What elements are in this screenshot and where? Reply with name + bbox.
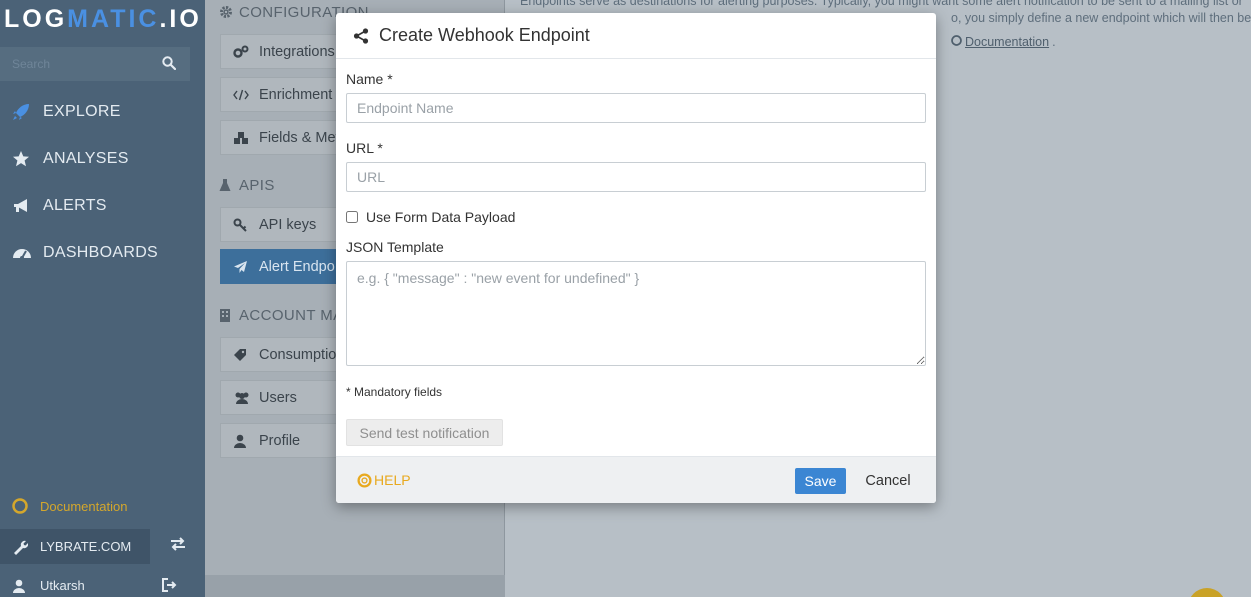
key-icon bbox=[221, 218, 259, 232]
nav-dashboards[interactable]: DASHBOARDS bbox=[0, 233, 205, 273]
documentation-link[interactable]: Documentation bbox=[0, 494, 205, 518]
building-icon bbox=[219, 308, 239, 323]
cogs-icon bbox=[221, 45, 259, 59]
lifebuoy-icon bbox=[951, 34, 962, 50]
nav-dashboards-label: DASHBOARDS bbox=[43, 244, 159, 261]
json-template-label: JSON Template bbox=[346, 239, 444, 255]
settings-users-label: Users bbox=[259, 389, 297, 406]
help-label: HELP bbox=[374, 472, 411, 488]
form-data-checkbox[interactable] bbox=[346, 211, 358, 223]
settings-fields-label: Fields & Met bbox=[259, 129, 340, 146]
url-input[interactable] bbox=[346, 162, 926, 192]
help-link[interactable]: HELP bbox=[357, 472, 411, 488]
users-icon bbox=[221, 391, 259, 405]
account-name: LYBRATE.COM bbox=[40, 539, 132, 554]
settings-api-keys-label: API keys bbox=[259, 216, 317, 233]
section-account-management-label: ACCOUNT MA bbox=[239, 306, 344, 324]
user-icon bbox=[221, 434, 259, 448]
lifebuoy-icon bbox=[357, 472, 372, 488]
modal-footer: HELP Save Cancel bbox=[336, 456, 936, 503]
search-input[interactable] bbox=[0, 47, 150, 81]
user-icon bbox=[0, 579, 40, 593]
settings-enrichment-label: Enrichment bbox=[259, 86, 333, 103]
lifebuoy-icon bbox=[0, 498, 40, 514]
settings-integrations-label: Integrations bbox=[259, 43, 335, 60]
settings-footer-strip bbox=[205, 575, 505, 597]
settings-consumption-label: Consumption bbox=[259, 346, 345, 363]
cancel-button[interactable]: Cancel bbox=[856, 468, 920, 494]
rocket-icon bbox=[0, 103, 43, 121]
nav-explore-label: EXPLORE bbox=[43, 103, 121, 120]
mandatory-note: * Mandatory fields bbox=[346, 385, 443, 399]
nav-alerts-label: ALERTS bbox=[43, 197, 107, 214]
name-label: Name * bbox=[346, 71, 393, 87]
share-icon bbox=[353, 27, 379, 44]
nav-alerts[interactable]: ALERTS bbox=[0, 186, 205, 226]
user-row[interactable]: Utkarsh bbox=[0, 574, 205, 597]
logout-icon[interactable] bbox=[162, 578, 177, 595]
swap-icon bbox=[169, 537, 187, 556]
account-selector[interactable]: LYBRATE.COM bbox=[0, 529, 150, 564]
dashboard-icon bbox=[0, 244, 43, 262]
documentation-label: Documentation bbox=[40, 498, 128, 514]
user-name: Utkarsh bbox=[40, 578, 85, 593]
paper-plane-icon bbox=[221, 260, 259, 274]
settings-profile-label: Profile bbox=[259, 432, 301, 449]
nav-explore[interactable]: EXPLORE bbox=[0, 92, 205, 132]
intro-line-3: Documentation . bbox=[951, 34, 1056, 50]
intro-period: . bbox=[1052, 35, 1056, 49]
tags-icon bbox=[221, 348, 259, 362]
create-webhook-modal: Create Webhook Endpoint Name * URL * Use… bbox=[336, 13, 936, 503]
star-icon bbox=[0, 150, 43, 168]
endpoint-name-input[interactable] bbox=[346, 93, 926, 123]
nav-analyses[interactable]: ANALYSES bbox=[0, 139, 205, 179]
modal-title: Create Webhook Endpoint bbox=[379, 25, 590, 45]
logo[interactable]: LOGMATIC.IO bbox=[4, 5, 202, 34]
settings-alert-endpoints-label: Alert Endpo bbox=[259, 258, 335, 275]
intro-documentation-link[interactable]: Documentation bbox=[965, 34, 1049, 50]
main-sidebar: LOGMATIC.IO EXPLORE ANALYSES ALERTS DASH… bbox=[0, 0, 205, 597]
section-apis: APIS bbox=[219, 175, 275, 195]
switch-account-button[interactable] bbox=[150, 529, 205, 564]
json-template-textarea[interactable] bbox=[346, 261, 926, 366]
cubes-icon bbox=[221, 131, 259, 145]
modal-header: Create Webhook Endpoint bbox=[336, 13, 936, 59]
save-button[interactable]: Save bbox=[795, 468, 846, 494]
url-label: URL * bbox=[346, 140, 383, 156]
search-box bbox=[0, 47, 190, 81]
form-data-row: Use Form Data Payload bbox=[346, 209, 515, 225]
send-test-notification-button[interactable]: Send test notification bbox=[346, 419, 503, 446]
gear-icon bbox=[219, 5, 239, 19]
search-icon[interactable] bbox=[162, 56, 177, 75]
flask-icon bbox=[219, 178, 239, 192]
form-data-label: Use Form Data Payload bbox=[366, 209, 516, 225]
code-icon bbox=[221, 89, 259, 101]
intro-line-2: o, you simply define a new endpoint whic… bbox=[951, 11, 1251, 25]
nav-analyses-label: ANALYSES bbox=[43, 150, 129, 167]
section-apis-label: APIS bbox=[239, 176, 275, 194]
wrench-icon bbox=[0, 539, 40, 555]
bullhorn-icon bbox=[0, 197, 43, 215]
intro-line-1: Endpoints serve as destinations for aler… bbox=[520, 0, 1243, 8]
section-account-management: ACCOUNT MA bbox=[219, 305, 344, 325]
